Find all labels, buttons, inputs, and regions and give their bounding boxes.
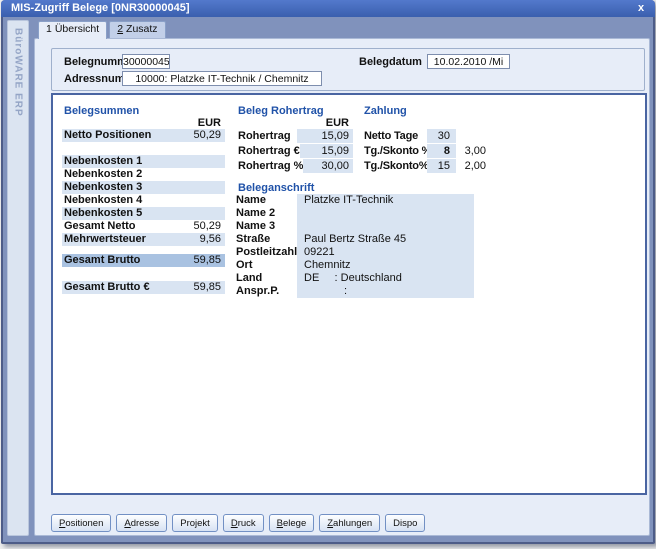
window-body: BüroWARE ERP 1Übersicht 2Zusatz Belegnum… [3,17,653,542]
anschrift-row-strasse: StraßePaul Bertz Straße 45 [236,233,474,246]
section-beleganschrift: Beleganschrift NamePlatzke IT-Technik Na… [236,182,474,298]
summary-row-gesamt-netto: Gesamt Netto50,29 [62,220,225,233]
app-window: MIS-Zugriff Belege [0NR30000045] x BüroW… [1,0,655,544]
summary-row-nebenkosten-5: Nebenkosten 5 [62,207,225,220]
anschrift-row-postleitzahl: Postleitzahl09221 [236,246,474,259]
titlebar: MIS-Zugriff Belege [0NR30000045] x [1,0,655,17]
summary-row-gesamt-brutto: Gesamt Brutto59,85 [62,254,225,267]
anschrift-row-ort: OrtChemnitz [236,259,474,272]
druck-button[interactable]: Druck [223,514,264,532]
beleganschrift-title: Beleganschrift [236,182,474,194]
main-panel: Belegnummer Belegdatum Adressnummer Bele… [34,38,650,536]
dispo-button[interactable]: Dispo [385,514,425,532]
belegdatum-input[interactable] [427,54,510,69]
summary-row-netto-positionen: Netto Positionen50,29 [62,129,225,142]
summary-row-nebenkosten-1: Nebenkosten 1 [62,155,225,168]
adresse-button[interactable]: Adresse [116,514,167,532]
summary-row-nebenkosten-4: Nebenkosten 4 [62,194,225,207]
zahlung-row-skonto-2: Tg./Skonto% 15 2,00 [362,159,486,173]
tab-bar: 1Übersicht 2Zusatz [38,21,168,38]
tab-uebersicht[interactable]: 1Übersicht [38,21,107,39]
zahlung-title: Zahlung [362,105,486,117]
window-title: MIS-Zugriff Belege [0NR30000045] [1,2,190,14]
projekt-button[interactable]: Projekt [172,514,218,532]
button-row: Positionen Adresse Projekt Druck Belege … [51,514,425,532]
zahlungen-button[interactable]: Zahlungen [319,514,380,532]
anschrift-row-land: LandDE : Deutschland [236,272,474,285]
anschrift-row-ansprechpartner: Anspr.P.: [236,285,474,298]
section-belegsummen: Belegsummen EUR Netto Positionen50,29 Ne… [62,105,225,294]
belege-button[interactable]: Belege [269,514,315,532]
summary-row-nebenkosten-3: Nebenkosten 3 [62,181,225,194]
tab-zusatz[interactable]: 2Zusatz [109,21,165,38]
summary-row-mehrwertsteuer: Mehrwertsteuer9,56 [62,233,225,246]
anschrift-row-name2: Name 2 [236,207,474,220]
summary-row-gesamt-brutto-eur: Gesamt Brutto €59,85 [62,281,225,294]
zahlung-row-netto-tage: Netto Tage 30 [362,129,486,143]
adressnummer-input[interactable] [122,71,322,86]
belegsummen-currency-header: EUR [62,117,225,129]
positionen-button[interactable]: Positionen [51,514,111,532]
brand-vertical-text: BüroWARE ERP [13,28,24,117]
zahlung-row-skonto-1: Tg./Skonto % 8 3,00 [362,144,486,158]
summary-row-nebenkosten-2: Nebenkosten 2 [62,168,225,181]
rohertrag-title: Beleg Rohertrag [236,105,353,117]
section-rohertrag: Beleg Rohertrag EUR Rohertrag15,09 Roher… [236,105,353,174]
header-fieldset: Belegnummer Belegdatum Adressnummer [51,48,645,91]
anschrift-row-name: NamePlatzke IT-Technik [236,194,474,207]
anschrift-row-name3: Name 3 [236,220,474,233]
close-button[interactable]: x [634,0,648,17]
belegdatum-label: Belegdatum [359,56,422,68]
rohertrag-row: Rohertrag15,09 [236,129,353,143]
belegsummen-title: Belegsummen [62,105,225,117]
section-zahlung: Zahlung Netto Tage 30 Tg./Skonto % 8 3,0… [362,105,486,174]
data-panel: Belegsummen EUR Netto Positionen50,29 Ne… [51,93,647,495]
rohertrag-eur-row: Rohertrag €15,09 [236,144,353,158]
belegnummer-input[interactable] [122,54,170,69]
brand-strip: BüroWARE ERP [7,20,29,536]
rohertrag-prozent-row: Rohertrag %30,00 [236,159,353,173]
rohertrag-currency-header: EUR [236,117,353,129]
